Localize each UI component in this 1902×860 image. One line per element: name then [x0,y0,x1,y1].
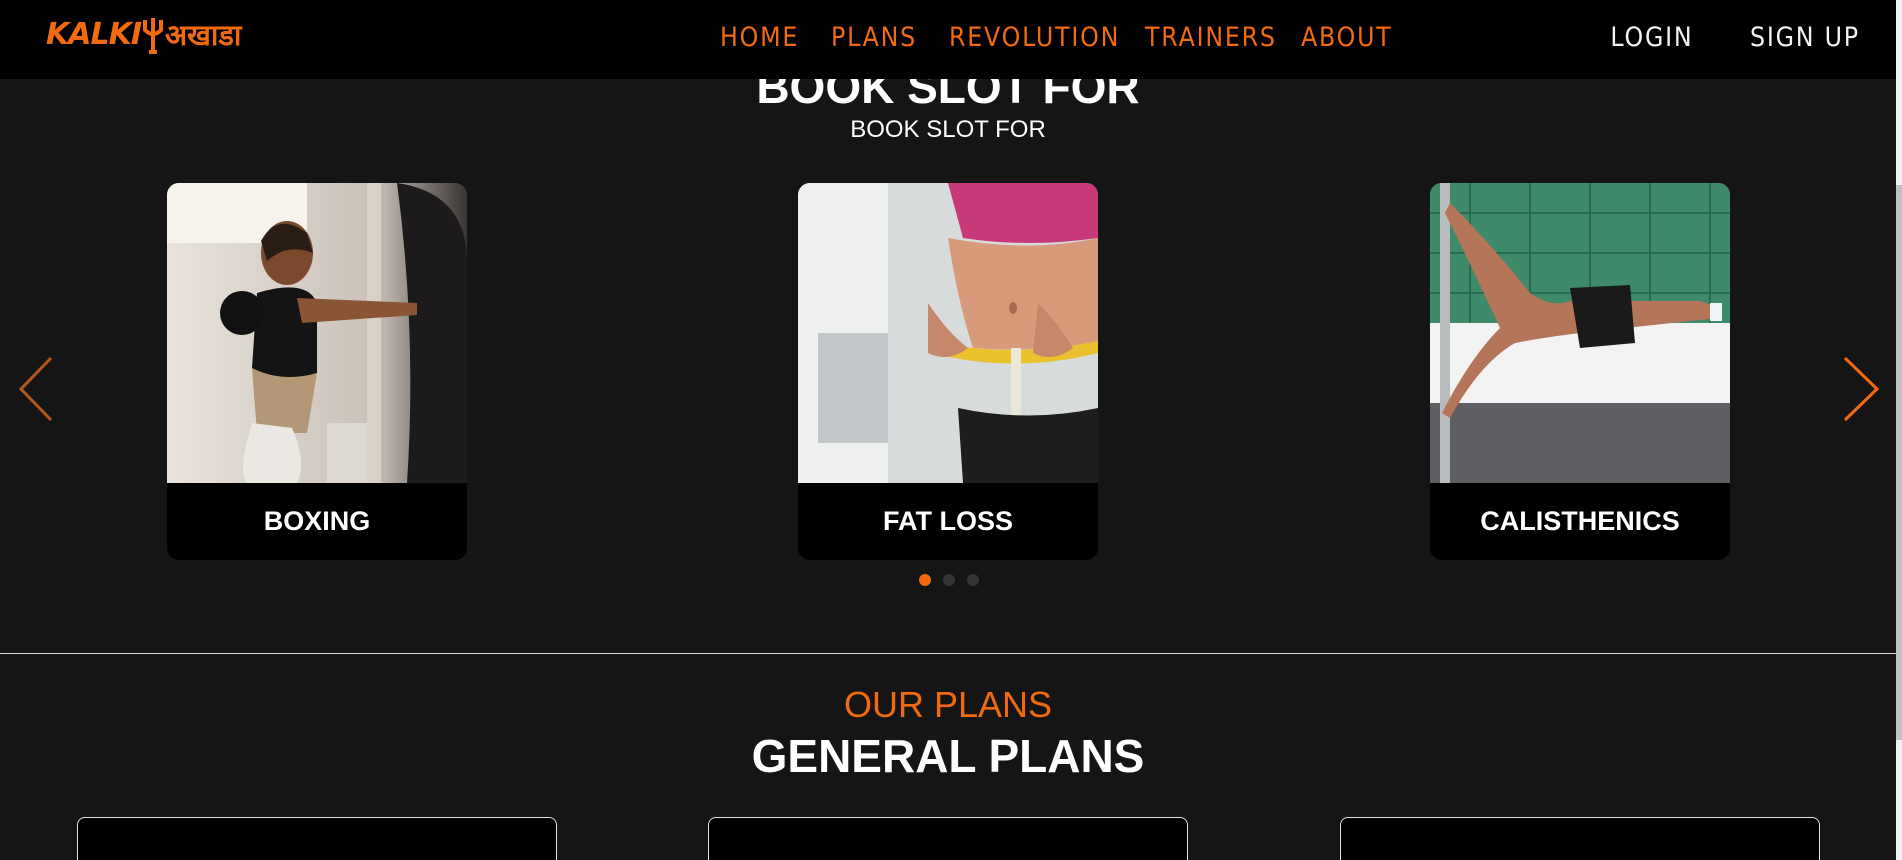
slot-card-label: BOXING [263,506,371,536]
navbar: KALKI अखाडा HOME PLANS REVOLUTION TRAINE… [0,0,1896,79]
plan-card[interactable] [708,817,1188,860]
carousel-dots [919,574,979,586]
signup-link[interactable]: SIGN UP [1750,18,1860,58]
slot-card-label: FAT LOSS [882,506,1013,536]
slot-card-label: CALISTHENICS [1480,506,1680,536]
book-slot-subtitle: BOOK SLOT FOR [850,116,1046,143]
nav-revolution[interactable]: REVOLUTION [949,18,1118,58]
boxing-image [167,183,467,483]
slot-card-fat-loss[interactable]: FAT LOSS [798,183,1098,560]
nav-about[interactable]: ABOUT [1301,18,1391,58]
slot-card-calisthenics[interactable]: CALISTHENICS [1430,183,1730,560]
slot-card-boxing[interactable]: BOXING [167,183,467,560]
nav-plans[interactable]: PLANS [831,18,915,58]
calisthenics-image [1430,183,1730,483]
nav-home[interactable]: HOME [720,18,797,58]
scrollbar-thumb[interactable] [1896,185,1902,740]
plans-title: GENERAL PLANS [751,730,1145,782]
carousel-dot-1[interactable] [919,574,931,586]
main-nav: HOME PLANS REVOLUTION TRAINERS ABOUT [720,18,1409,58]
fat-loss-image [798,183,1098,483]
carousel-dot-2[interactable] [943,574,955,586]
page: KALKI अखाडा HOME PLANS REVOLUTION TRAINE… [0,0,1902,860]
carousel-prev-button[interactable] [17,356,57,422]
chevron-left-icon [18,356,53,422]
chevron-right-icon [1843,356,1880,422]
login-link[interactable]: LOGIN [1610,18,1693,58]
section-divider [0,653,1896,654]
logo-devanagari-text: अखाडा [165,18,242,52]
logo-latin-text: KALKI [46,17,142,52]
plan-card[interactable] [77,817,557,860]
logo[interactable]: KALKI अखाडा [46,14,241,56]
carousel-next-button[interactable] [1841,356,1881,422]
nav-trainers[interactable]: TRAINERS [1145,18,1275,58]
logo-trident-icon [143,18,163,54]
carousel-dot-3[interactable] [967,574,979,586]
plans-eyebrow: OUR PLANS [843,684,1053,725]
plan-card[interactable] [1340,817,1820,860]
auth-nav: LOGIN SIGN UP [1599,18,1860,58]
